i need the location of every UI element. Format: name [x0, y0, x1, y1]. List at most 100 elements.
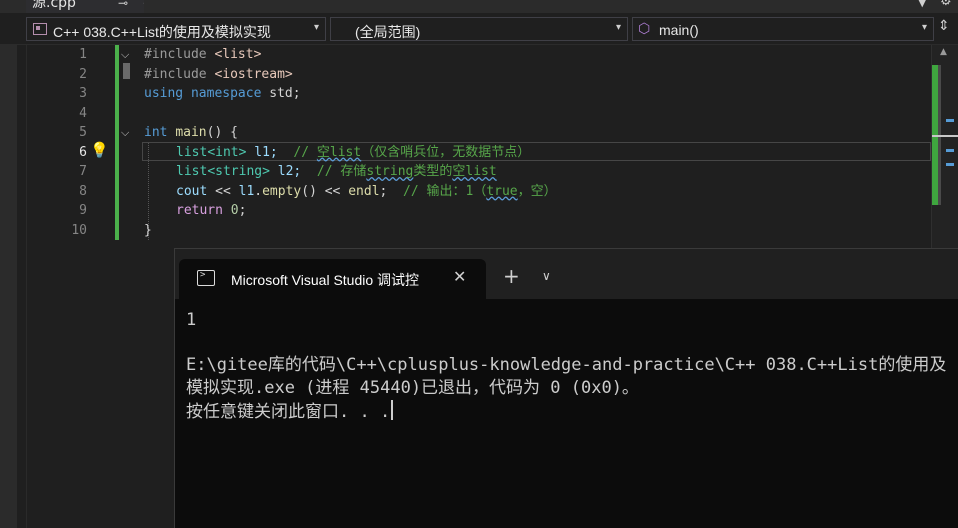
code-line-8: cout << l1.empty() << endl; // 输出：1（true…: [176, 182, 557, 202]
include-header: <list>: [214, 47, 262, 62]
code-line-10: }: [144, 221, 152, 241]
console-titlebar: Microsoft Visual Studio 调试控 ✕ + ∨: [175, 249, 958, 299]
lightbulb-icon[interactable]: 💡: [90, 141, 109, 160]
code-line-5: int main() {: [144, 123, 238, 143]
member-dropdown[interactable]: ⬡ main() ▾: [632, 17, 934, 41]
file-tab-label: 源.cpp: [32, 0, 76, 11]
variable: cout: [176, 183, 208, 199]
code-line-3: using namespace std;: [144, 84, 301, 104]
variable: l1;: [246, 144, 278, 160]
code-line-9: return 0;: [176, 201, 246, 221]
chevron-down-icon: ▾: [615, 22, 621, 33]
operator: .: [254, 183, 263, 199]
code-text: {: [222, 125, 238, 140]
terminal-icon: [197, 270, 215, 286]
collapse-chevron-icon[interactable]: ⌵: [121, 45, 129, 65]
navigation-bar: C++ 038.C++List的使用及模拟实现 ▾ (全局范围) ▾ ⬡ mai…: [0, 13, 958, 45]
scope-dropdown-label: (全局范围): [355, 24, 421, 40]
document-tab-strip: 源.cpp ⊸ ✕ ▼ ⚙: [0, 0, 958, 13]
line-number: 1: [79, 47, 87, 62]
chevron-down-icon[interactable]: ∨: [542, 268, 551, 284]
console-tab-label: Microsoft Visual Studio 调试控: [231, 272, 420, 288]
function-name: endl: [348, 183, 380, 199]
line-number: 9: [79, 203, 87, 218]
console-output[interactable]: 1 E:\gitee库的代码\C++\cplusplus-knowledge-a…: [175, 299, 958, 528]
operator: <<: [207, 183, 239, 199]
close-icon[interactable]: ✕: [453, 267, 466, 286]
console-tab[interactable]: Microsoft Visual Studio 调试控 ✕: [179, 259, 486, 299]
comment-spellcheck: string: [366, 164, 414, 179]
comment: // 存储: [301, 164, 367, 179]
scrollbar-error-marker: [946, 149, 954, 152]
line-number: 2: [79, 66, 87, 82]
code-line-1: #include <list>: [144, 45, 261, 65]
console-output-line: E:\gitee库的代码\C++\cplusplus-knowledge-and…: [186, 355, 947, 375]
console-output-line-prompt: 按任意键关闭此窗口. . .: [186, 400, 394, 423]
tab-overflow-icon[interactable]: ▼: [918, 0, 926, 9]
variable: l1: [238, 183, 255, 199]
project-icon: [33, 23, 47, 35]
debug-console-window[interactable]: Microsoft Visual Studio 调试控 ✕ + ∨ 1 E:\g…: [174, 248, 958, 528]
console-prompt-text: 按任意键关闭此窗口. . .: [186, 402, 391, 422]
template-args: <string>: [207, 164, 270, 179]
comment: // 输出：1（: [387, 183, 487, 199]
number-literal: 0: [222, 203, 239, 218]
keyword: namespace: [190, 86, 262, 101]
type-name: list: [176, 164, 208, 179]
line-number: 4: [79, 105, 87, 121]
template-args: <int>: [207, 144, 247, 160]
scrollbar-error-marker: [946, 119, 954, 122]
collapse-chevron-icon[interactable]: ⌵: [121, 123, 129, 143]
line-number: 5: [79, 125, 87, 140]
member-dropdown-label: main(): [659, 22, 699, 38]
split-editor-icon[interactable]: ⇕: [938, 18, 950, 34]
pin-icon[interactable]: ⊸: [118, 0, 128, 10]
console-output-line: 1: [186, 310, 197, 330]
comment-spellcheck: 空list: [452, 164, 497, 179]
code-text: std;: [261, 86, 301, 101]
comment-spellcheck: true: [486, 183, 518, 199]
function-name: empty: [262, 183, 302, 199]
code-line-6: list<int> l1; // 空list（仅含哨兵位，无数据节点）: [176, 143, 530, 163]
code-text: ;: [238, 203, 247, 218]
function-name: main: [175, 125, 207, 140]
close-icon[interactable]: ✕: [142, 0, 144, 9]
scrollbar-error-marker: [946, 163, 954, 166]
line-number: 10: [71, 222, 87, 238]
glyph-margin: [17, 45, 27, 528]
text-cursor: [391, 400, 394, 420]
preprocessor-directive: #include: [144, 66, 215, 82]
chevron-down-icon: ▾: [313, 22, 319, 33]
change-tracking-bar: [115, 45, 119, 240]
line-number: 3: [79, 86, 87, 101]
comment-spellcheck: 空list: [316, 144, 362, 160]
project-dropdown[interactable]: C++ 038.C++List的使用及模拟实现 ▾: [26, 17, 326, 41]
operator: <<: [316, 183, 349, 199]
scrollbar-caret-marker: [932, 135, 958, 137]
project-dropdown-label: C++ 038.C++List的使用及模拟实现: [53, 24, 271, 40]
keyword: return: [176, 203, 223, 218]
comment: 类型的: [413, 164, 453, 179]
left-dock-strip: [0, 45, 17, 528]
code-line-2: #include <iostream>: [144, 65, 293, 85]
unsaved-change-marker: [123, 63, 130, 79]
code-text: }: [144, 222, 152, 238]
file-tab[interactable]: 源.cpp ⊸ ✕: [26, 0, 144, 13]
scope-dropdown[interactable]: (全局范围) ▾: [330, 17, 628, 41]
chevron-down-icon: ▾: [921, 22, 927, 33]
gear-icon[interactable]: ⚙: [940, 0, 952, 9]
scroll-up-icon[interactable]: ▲: [940, 47, 947, 57]
new-tab-button[interactable]: +: [503, 266, 520, 286]
comment: //: [277, 144, 317, 160]
keyword: int: [144, 125, 168, 140]
comment: （仅含哨兵位，无数据节点）: [361, 144, 531, 160]
preprocessor-directive: #include: [144, 47, 215, 62]
keyword: using: [144, 86, 184, 101]
include-header: <iostream>: [214, 66, 293, 82]
comment: ，空）: [517, 183, 557, 199]
type-name: list: [176, 144, 208, 160]
line-number-current: 6: [79, 144, 87, 160]
line-number: 8: [79, 183, 87, 199]
code-text: (): [301, 183, 317, 199]
line-number: 7: [79, 164, 87, 179]
